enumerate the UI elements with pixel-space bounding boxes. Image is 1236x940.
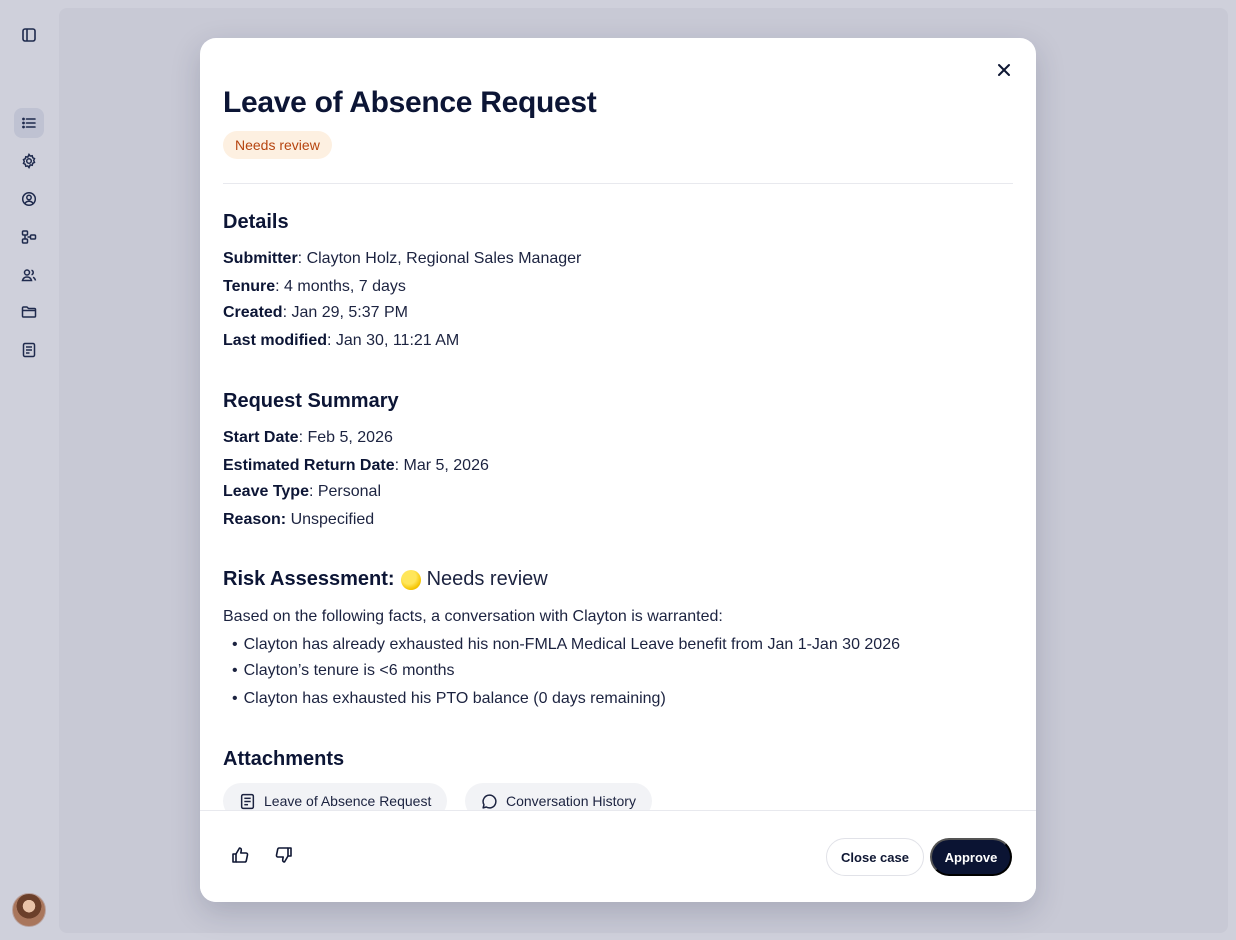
return-date-value: : Mar 5, 2026 [394, 457, 489, 474]
modified-value: : Jan 30, 11:21 AM [327, 332, 460, 349]
attachment-leave-request[interactable]: Leave of Absence Request [223, 783, 448, 810]
close-case-button[interactable]: Close case [826, 838, 924, 876]
risk-status: Needs review [426, 568, 548, 590]
tenure-field: Tenure: 4 months, 7 days [223, 278, 406, 296]
attachment-conversation-history[interactable]: Conversation History [465, 783, 652, 810]
tenure-value: : 4 months, 7 days [275, 278, 406, 295]
leave-type-field: Leave Type: Personal [223, 483, 381, 501]
start-date-label: Start Date [223, 429, 299, 446]
attachment-label: Leave of Absence Request [264, 793, 432, 809]
chat-bubble-icon [482, 793, 497, 809]
folder-icon[interactable] [14, 297, 44, 327]
details-heading: Details [223, 211, 289, 233]
start-date-field: Start Date: Feb 5, 2026 [223, 429, 393, 447]
yellow-circle-icon [400, 569, 421, 590]
user-circle-icon[interactable] [14, 184, 44, 214]
risk-heading: Risk Assessment: Needs review [223, 568, 548, 591]
risk-heading-label: Risk Assessment: [223, 568, 395, 590]
attachments-heading: Attachments [223, 748, 345, 770]
sidebar [0, 0, 58, 940]
document-icon [240, 793, 255, 809]
risk-bullet: Clayton has already exhausted his non-FM… [232, 636, 900, 654]
modified-label: Last modified [223, 332, 328, 349]
leave-request-modal: Leave of Absence Request Needs review De… [200, 38, 1036, 902]
people-icon[interactable] [14, 260, 44, 290]
status-badge: Needs review [223, 131, 332, 159]
return-date-label: Estimated Return Date [223, 457, 395, 474]
created-label: Created [223, 304, 283, 321]
thumbs-up-icon[interactable] [229, 844, 251, 866]
start-date-value: : Feb 5, 2026 [298, 429, 393, 446]
created-field: Created: Jan 29, 5:37 PM [223, 304, 408, 322]
modified-field: Last modified: Jan 30, 11:21 AM [223, 332, 459, 350]
list-icon[interactable] [14, 108, 44, 138]
document-icon[interactable] [14, 335, 44, 365]
leave-type-value: : Personal [308, 483, 382, 500]
tenure-label: Tenure [223, 278, 276, 295]
divider [223, 183, 1013, 184]
attachment-label: Conversation History [506, 793, 636, 809]
thumbs-down-icon[interactable] [273, 844, 295, 866]
user-avatar[interactable] [12, 893, 46, 927]
risk-intro: Based on the following facts, a conversa… [223, 608, 723, 625]
approve-button[interactable]: Approve [930, 838, 1012, 876]
leave-type-label: Leave Type [223, 483, 309, 500]
org-chart-icon[interactable] [14, 222, 44, 252]
panel-toggle-icon[interactable] [14, 20, 44, 50]
reason-label: Reason: [223, 511, 287, 528]
modal-content[interactable]: Leave of Absence Request Needs review De… [223, 38, 1013, 810]
return-date-field: Estimated Return Date: Mar 5, 2026 [223, 457, 489, 475]
submitter-field: Submitter: Clayton Holz, Regional Sales … [223, 250, 581, 268]
reason-value: Unspecified [286, 511, 375, 528]
gear-icon[interactable] [14, 146, 44, 176]
reason-field: Reason: Unspecified [223, 511, 374, 529]
modal-title: Leave of Absence Request [223, 86, 597, 119]
summary-heading: Request Summary [223, 390, 399, 412]
risk-bullet: Clayton’s tenure is <6 months [232, 662, 455, 680]
submitter-label: Submitter [223, 250, 298, 267]
created-value: : Jan 29, 5:37 PM [282, 304, 408, 321]
risk-bullet: Clayton has exhausted his PTO balance (0… [232, 690, 666, 708]
submitter-value: : Clayton Holz, Regional Sales Manager [297, 250, 582, 267]
modal-footer: Close case Approve [200, 810, 1036, 902]
